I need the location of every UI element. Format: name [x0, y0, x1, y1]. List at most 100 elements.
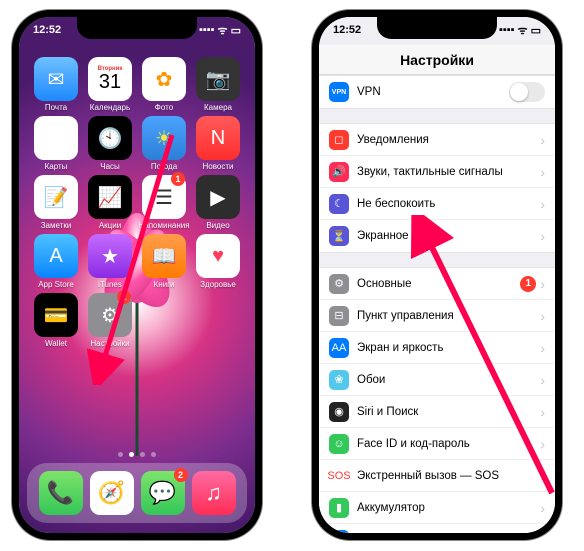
chevron-icon: › — [540, 132, 545, 148]
row-screentime[interactable]: ⏳Экранное время› — [319, 220, 555, 252]
chevron-icon: › — [540, 228, 545, 244]
app-Wallet[interactable]: 💳 Wallet — [29, 293, 83, 348]
notch — [77, 17, 197, 39]
app-icon: ☀ — [142, 116, 186, 160]
app-icon: 💳 — [34, 293, 78, 337]
dock-messages[interactable]: 💬2 — [141, 471, 185, 515]
app-icon: N — [196, 116, 240, 160]
row-badge: 1 — [520, 276, 536, 292]
app-icon: Вторник31 — [88, 57, 132, 101]
settings-group: VPNVPN — [319, 75, 555, 109]
row-sos[interactable]: SOSЭкстренный вызов — SOS› — [319, 460, 555, 492]
app-Книги[interactable]: 📖Книги — [137, 234, 191, 289]
row-faceid[interactable]: ☺Face ID и код-пароль› — [319, 428, 555, 460]
toggle[interactable] — [509, 82, 545, 102]
row-dnd[interactable]: ☾Не беспокоить› — [319, 188, 555, 220]
settings-list[interactable]: VPNVPN◻Уведомления›🔊Звуки, тактильные си… — [319, 75, 555, 533]
dock-music[interactable]: ♫ — [192, 471, 236, 515]
app-label: Wallet — [45, 339, 67, 348]
app-Карты[interactable]: 🗺Карты — [29, 116, 83, 171]
status-time: 12:52 — [33, 24, 61, 36]
home-screen: 12:52 ▪▪▪▪ ᯤ ▭ ✉ПочтаВторник31Календарь✿… — [19, 17, 255, 533]
row-label: VPN — [357, 86, 509, 98]
phone-home: 12:52 ▪▪▪▪ ᯤ ▭ ✉ПочтаВторник31Календарь✿… — [12, 10, 262, 540]
dock: 📞🧭💬2♫ — [27, 463, 247, 523]
app-label: Настройки — [90, 339, 129, 348]
row-label: Экстренный вызов — SOS — [357, 470, 540, 482]
dock-phone[interactable]: 📞 — [39, 471, 83, 515]
app-label: Здоровье — [200, 280, 236, 289]
dnd-icon: ☾ — [329, 194, 349, 214]
app-Напоминания[interactable]: ☰1Напоминания — [137, 175, 191, 230]
app-Новости[interactable]: NНовости — [191, 116, 245, 171]
settings-group: ⚙Основные1›⊟Пункт управления›AAЭкран и я… — [319, 267, 555, 533]
app-icon: A — [34, 234, 78, 278]
app-icon: ✿ — [142, 57, 186, 101]
app-App Store[interactable]: AApp Store — [29, 234, 83, 289]
row-display[interactable]: AAЭкран и яркость› — [319, 332, 555, 364]
app-icon: 📝 — [34, 175, 78, 219]
siri-icon: ◉ — [329, 402, 349, 422]
app-iTunes[interactable]: ★ iTunes — [83, 234, 137, 289]
row-privacy[interactable]: ✋Конфиденциальность› — [319, 524, 555, 533]
chevron-icon: › — [540, 164, 545, 180]
app-Акции[interactable]: 📈Акции — [83, 175, 137, 230]
row-label: Обои — [357, 374, 540, 386]
app-Видео[interactable]: ▶Видео — [191, 175, 245, 230]
chevron-icon: › — [540, 436, 545, 452]
app-Часы[interactable]: 🕙 Часы — [83, 116, 137, 171]
row-sounds[interactable]: 🔊Звуки, тактильные сигналы› — [319, 156, 555, 188]
app-label: Календарь — [90, 103, 130, 112]
app-Почта[interactable]: ✉Почта — [29, 57, 83, 112]
chevron-icon: › — [540, 340, 545, 356]
status-time: 12:52 — [333, 24, 361, 36]
page-indicator[interactable] — [19, 452, 255, 457]
app-Камера[interactable]: 📷Камера — [191, 57, 245, 112]
row-label: Уведомления — [357, 134, 540, 146]
app-Погода[interactable]: ☀ Погода — [137, 116, 191, 171]
app-icon: 📈 — [88, 175, 132, 219]
chevron-icon: › — [540, 308, 545, 324]
app-label: Карты — [45, 162, 68, 171]
row-control-center[interactable]: ⊟Пункт управления› — [319, 300, 555, 332]
app-icon: 🕙 — [88, 116, 132, 160]
row-notifications[interactable]: ◻ Уведомления› — [319, 124, 555, 156]
row-vpn[interactable]: VPNVPN — [319, 76, 555, 108]
app-label: Фото — [155, 103, 173, 112]
privacy-icon: ✋ — [329, 530, 349, 533]
chevron-icon: › — [540, 500, 545, 516]
app-label: iTunes — [98, 280, 122, 289]
app-Фото[interactable]: ✿ Фото — [137, 57, 191, 112]
app-Заметки[interactable]: 📝Заметки — [29, 175, 83, 230]
app-label: Погода — [151, 162, 177, 171]
badge: 2 — [174, 468, 188, 482]
dock-safari[interactable]: 🧭 — [90, 471, 134, 515]
app-label: Видео — [206, 221, 229, 230]
row-siri[interactable]: ◉Siri и Поиск› — [319, 396, 555, 428]
settings-group: ◻Уведомления›🔊Звуки, тактильные сигналы›… — [319, 123, 555, 253]
app-Календарь[interactable]: Вторник31 Календарь — [83, 57, 137, 112]
chevron-icon: › — [540, 404, 545, 420]
app-Настройки[interactable]: ⚙2Настройки — [83, 293, 137, 348]
sos-icon: SOS — [329, 466, 349, 486]
app-label: Часы — [100, 162, 120, 171]
row-label: Звуки, тактильные сигналы — [357, 166, 540, 178]
row-label: Экранное время — [357, 230, 540, 242]
app-icon: 📷 — [196, 57, 240, 101]
signal-icon: ▪▪▪▪ — [499, 24, 515, 36]
badge: 2 — [117, 290, 131, 304]
app-Здоровье[interactable]: ♥Здоровье — [191, 234, 245, 289]
notifications-icon: ◻ — [329, 130, 349, 150]
badge: 1 — [171, 172, 185, 186]
row-wallpaper[interactable]: ❀Обои› — [319, 364, 555, 396]
app-label: Напоминания — [138, 221, 189, 230]
settings-screen: 12:52 ▪▪▪▪ ᯤ ▭ Настройки VPNVPN◻Уведомле… — [319, 17, 555, 533]
general-icon: ⚙ — [329, 274, 349, 294]
wallpaper-icon: ❀ — [329, 370, 349, 390]
app-label: Книги — [154, 280, 175, 289]
row-battery[interactable]: ▮Аккумулятор› — [319, 492, 555, 524]
app-icon: ★ — [88, 234, 132, 278]
row-general[interactable]: ⚙Основные1› — [319, 268, 555, 300]
app-icon: ✉ — [34, 57, 78, 101]
wifi-icon: ᯤ — [218, 23, 228, 38]
